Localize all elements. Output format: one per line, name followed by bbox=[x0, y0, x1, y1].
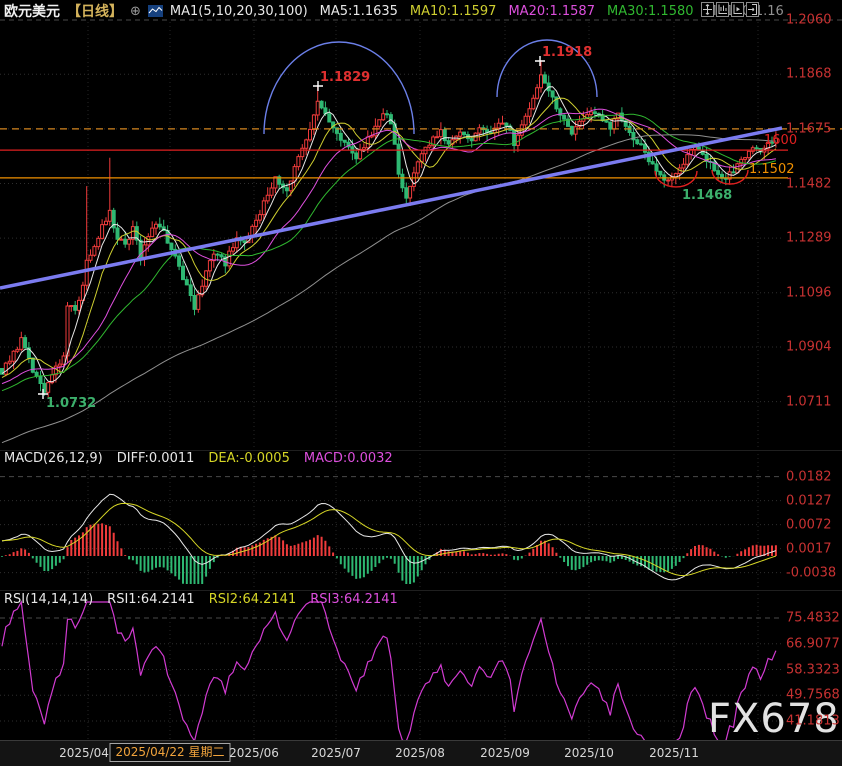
macd-value: DIFF:0.0011 bbox=[117, 451, 195, 466]
macd-axis-label: 0.0182 bbox=[786, 469, 832, 484]
price-axis-label: 1.1482 bbox=[786, 176, 832, 191]
price-annotation: 1.1502 bbox=[749, 162, 795, 177]
play-scale-icon[interactable] bbox=[731, 2, 744, 17]
rsi-axis-label: 49.7568 bbox=[786, 688, 840, 703]
rsi-axis-label: 41.1813 bbox=[786, 714, 840, 729]
rsi-value: RSI1:64.2141 bbox=[107, 592, 195, 607]
price-axis-label: 1.1096 bbox=[786, 285, 832, 300]
exit-chart-icon[interactable] bbox=[746, 2, 759, 17]
rsi-axis-label: 66.9077 bbox=[786, 636, 840, 651]
macd-axis-label: 0.0127 bbox=[786, 493, 832, 508]
macd-indicator-header: MACD(26,12,9) DIFF:0.0011 DEA:-0.0005 MACD:… bbox=[4, 451, 393, 466]
add-indicator-icon[interactable]: ⊕ bbox=[130, 5, 141, 18]
macd-axis-label: 0.0072 bbox=[786, 517, 832, 532]
macd-axis-label: -0.0038 bbox=[786, 565, 836, 580]
x-axis-label: 2025/06 bbox=[229, 746, 279, 760]
x-axis: 2025/042025/04/22 星期二2025/06 2025/07 2025/… bbox=[0, 740, 842, 766]
pan-icon[interactable] bbox=[701, 2, 714, 17]
ma-value: MA1(5,10,20,30,100) bbox=[170, 4, 308, 19]
x-axis-label: 2025/09 bbox=[480, 746, 530, 760]
price-axis-label: 1.1289 bbox=[786, 231, 832, 246]
x-axis-label: 2025/11 bbox=[649, 746, 699, 760]
rsi-value: RSI2:64.2141 bbox=[209, 592, 297, 607]
x-axis-label: 2025/04 bbox=[59, 746, 109, 760]
price-annotation: 1.0732 bbox=[46, 396, 96, 411]
mini-chart-icon[interactable] bbox=[148, 5, 163, 17]
price-axis-label: 1.0711 bbox=[786, 394, 832, 409]
price-annotation: 1.1918 bbox=[542, 45, 592, 60]
ma-value: MA30:1.1580 bbox=[607, 4, 694, 19]
macd-value: MACD:0.0032 bbox=[304, 451, 393, 466]
macd-axis-label: 0.0017 bbox=[786, 541, 832, 556]
rsi-value: RSI3:64.2141 bbox=[310, 592, 398, 607]
rsi-axis-label: 58.3323 bbox=[786, 662, 840, 677]
macd-value: MACD(26,12,9) bbox=[4, 451, 103, 466]
macd-value: DEA:-0.0005 bbox=[208, 451, 289, 466]
rsi-indicator-header: RSI(14,14,14) RSI1:64.2141 RSI2:64.2141 RSI… bbox=[4, 592, 398, 607]
price-axis-label: 1.1868 bbox=[786, 67, 832, 82]
ma-value: MA20:1.1587 bbox=[508, 4, 595, 19]
crosshair-date-label: 2025/04/22 星期二 bbox=[110, 743, 231, 762]
chart-toolbar bbox=[701, 2, 759, 17]
scale-axis-icon[interactable] bbox=[716, 2, 729, 17]
x-axis-label: 2025/10 bbox=[564, 746, 614, 760]
price-annotation: 1.1468 bbox=[682, 188, 732, 203]
rsi-axis-label: 75.4832 bbox=[786, 611, 840, 626]
price-axis-label: 1.0904 bbox=[786, 340, 832, 355]
rsi-value: RSI(14,14,14) bbox=[4, 592, 93, 607]
ma-value: MA5:1.1635 bbox=[320, 4, 398, 19]
symbol-title: 欧元美元 bbox=[4, 1, 60, 21]
forex-chart-window: 欧元美元 【日线】 ⊕ MA1(5,10,20,30,100) MA5:1.163… bbox=[0, 0, 842, 766]
price-annotation: 1.1829 bbox=[320, 70, 370, 85]
period-label: 【日线】 bbox=[67, 1, 123, 21]
x-axis-label: 2025/07 bbox=[311, 746, 361, 760]
ma-value: MA10:1.1597 bbox=[410, 4, 497, 19]
chart-canvas[interactable] bbox=[0, 0, 842, 766]
price-annotation: 1600 bbox=[764, 133, 797, 148]
ma-indicator-values: MA1(5,10,20,30,100) MA5:1.1635 MA10:1.1597… bbox=[170, 4, 784, 19]
x-axis-label: 2025/08 bbox=[395, 746, 445, 760]
